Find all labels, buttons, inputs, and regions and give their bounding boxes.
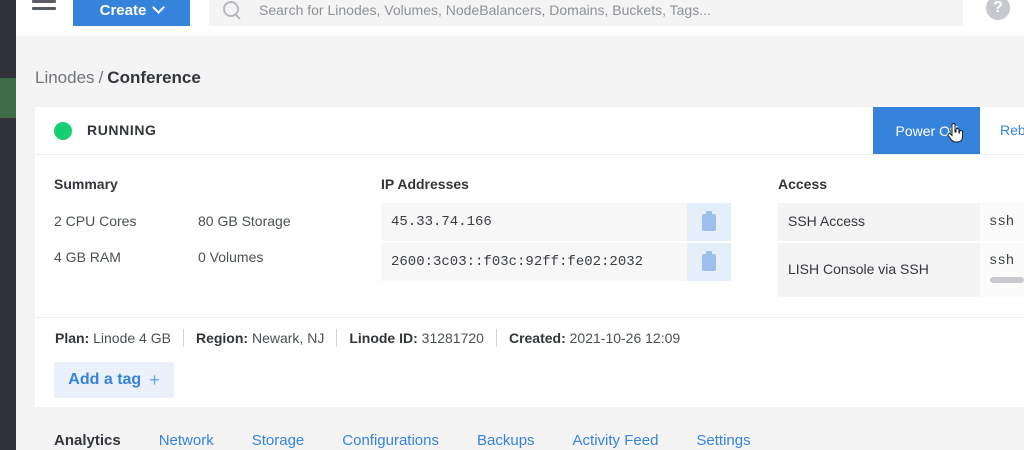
plan-label: Plan:	[55, 329, 90, 346]
divider	[495, 328, 497, 347]
create-button[interactable]: Create	[73, 0, 190, 26]
clipboard-icon	[702, 250, 716, 271]
status-row: RUNNING Power Off Reb	[35, 107, 1024, 155]
tab-backups[interactable]: Backups	[458, 432, 554, 450]
ipv4-address[interactable]: 45.33.74.166	[381, 203, 687, 241]
region-info: Region: Newark, NJ	[196, 330, 324, 346]
lish-console-label: LISH Console via SSH	[778, 243, 980, 297]
page-title[interactable]: Conference	[107, 68, 201, 87]
region-value: Newark, NJ	[251, 329, 325, 346]
reboot-button[interactable]: Reb	[1000, 122, 1024, 138]
power-off-button[interactable]: Power Off	[873, 107, 980, 154]
ip-addresses-heading: IP Addresses	[381, 176, 469, 192]
region-label: Region:	[195, 329, 249, 346]
search-input[interactable]: Search for Linodes, Volumes, NodeBalance…	[209, 0, 963, 26]
chevron-down-icon	[152, 0, 166, 14]
created-info: Created: 2021-10-26 12:09	[509, 330, 680, 346]
hand-cursor-icon	[947, 123, 963, 143]
plan-info: Plan: Linode 4 GB	[55, 330, 171, 346]
plus-icon: +	[149, 369, 160, 390]
tab-configurations[interactable]: Configurations	[323, 432, 458, 450]
tab-activity-feed[interactable]: Activity Feed	[554, 432, 678, 450]
help-icon[interactable]: ?	[986, 0, 1010, 20]
tab-network[interactable]: Network	[140, 432, 233, 450]
plan-value: Linode 4 GB	[93, 329, 171, 346]
side-nav-active-item[interactable]	[0, 78, 16, 118]
status-text: RUNNING	[87, 122, 157, 138]
clipboard-icon	[702, 210, 716, 231]
side-nav-strip	[0, 0, 16, 450]
cpu-cores: 2 CPU Cores	[54, 213, 137, 229]
horizontal-scrollbar[interactable]	[990, 277, 1024, 283]
linode-id-label: Linode ID:	[349, 329, 418, 346]
breadcrumb-separator: /	[98, 68, 104, 87]
storage-size: 80 GB Storage	[198, 213, 291, 229]
linode-id-value: 31281720	[421, 329, 484, 346]
volume-count: 0 Volumes	[198, 249, 264, 265]
access-heading: Access	[778, 176, 828, 192]
create-button-label: Create	[99, 1, 147, 19]
divider	[336, 328, 338, 347]
divider	[182, 328, 184, 347]
lish-console-command[interactable]: ssh	[980, 243, 1024, 297]
summary-heading: Summary	[54, 176, 118, 192]
breadcrumb-parent-link[interactable]: Linodes	[35, 68, 95, 87]
copy-ipv4-button[interactable]	[687, 203, 731, 241]
tab-settings[interactable]: Settings	[677, 432, 769, 450]
created-value: 2021-10-26 12:09	[569, 329, 681, 346]
top-bar: Create Search for Linodes, Volumes, Node…	[16, 0, 1024, 36]
menu-icon[interactable]	[32, 0, 56, 16]
copy-ipv6-button[interactable]	[687, 243, 731, 281]
created-label: Created:	[508, 329, 566, 346]
tab-storage[interactable]: Storage	[233, 432, 324, 450]
tab-analytics[interactable]: Analytics	[35, 432, 140, 450]
detail-tabs: Analytics Network Storage Configurations…	[35, 432, 1024, 450]
linode-summary-card: RUNNING Power Off Reb Summary 2 CPU Core…	[35, 107, 1024, 407]
breadcrumb: Linodes / Conference	[35, 68, 201, 88]
search-placeholder: Search for Linodes, Volumes, NodeBalance…	[259, 2, 711, 18]
search-icon	[223, 1, 241, 19]
ssh-access-command[interactable]: ssh	[980, 203, 1024, 241]
linode-meta-row: Plan: Linode 4 GB Region: Newark, NJ Lin…	[35, 317, 1024, 357]
ram-size: 4 GB RAM	[54, 249, 121, 265]
linode-id-info: Linode ID: 31281720	[349, 330, 484, 346]
add-tag-button[interactable]: Add a tag +	[54, 362, 174, 398]
ssh-access-label: SSH Access	[778, 203, 980, 241]
add-tag-label: Add a tag	[68, 371, 142, 388]
status-indicator-icon	[54, 122, 72, 140]
ipv6-address[interactable]: 2600:3c03::f03c:92ff:fe02:2032	[381, 243, 687, 281]
